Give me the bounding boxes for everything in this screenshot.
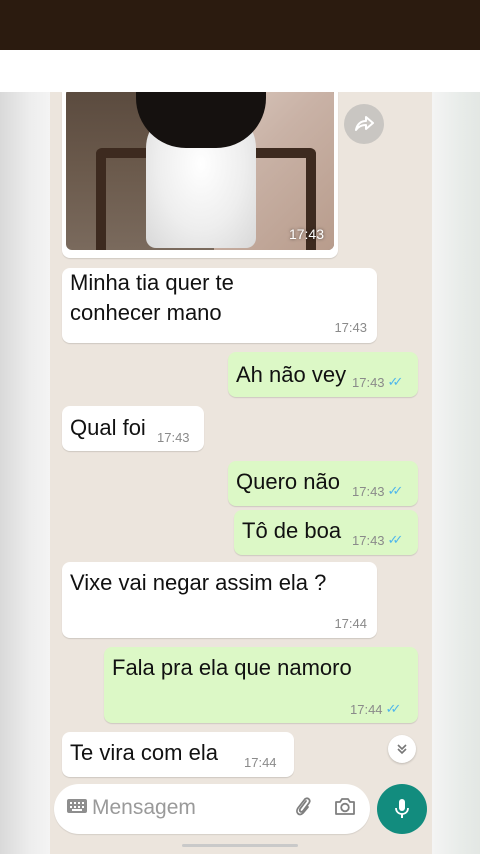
- message-bubble-incoming[interactable]: Vixe vai negar assim ela ? 17:44: [62, 562, 377, 638]
- message-time: 17:43: [352, 374, 385, 390]
- message-time: 17:44: [334, 616, 367, 631]
- message-bubble-incoming[interactable]: Qual foi 17:43: [62, 406, 204, 451]
- message-input[interactable]: Mensagem: [92, 796, 196, 820]
- message-meta: 17:43 ✓✓: [352, 483, 403, 499]
- message-composer[interactable]: Mensagem: [54, 784, 370, 834]
- message-text: Minha tia quer te conhecer mano: [70, 270, 234, 325]
- message-bubble-outgoing[interactable]: Fala pra ela que namoro 17:44 ✓✓: [104, 647, 418, 723]
- status-bar: [0, 0, 480, 50]
- message-bubble-outgoing[interactable]: Ah não vey 17:43 ✓✓: [228, 352, 418, 397]
- home-indicator: [182, 844, 298, 847]
- message-text: Te vira com ela: [70, 740, 218, 765]
- message-time: 17:44: [350, 701, 383, 717]
- paperclip-icon[interactable]: [294, 796, 312, 824]
- shared-photo[interactable]: 17:43: [66, 92, 334, 250]
- message-meta: 17:44: [244, 755, 277, 770]
- message-bubble-incoming[interactable]: Te vira com ela 17:44: [62, 732, 294, 777]
- camera-icon[interactable]: [334, 796, 356, 822]
- message-time: 17:43: [352, 483, 385, 499]
- right-blur-margin: [432, 92, 480, 854]
- read-receipt-icon: ✓✓: [387, 374, 404, 389]
- message-text: Qual foi: [70, 415, 146, 440]
- message-text: Ah não vey: [236, 362, 347, 387]
- read-receipt-icon: ✓✓: [387, 483, 404, 498]
- message-text: Fala pra ela que namoro: [112, 655, 352, 680]
- message-text: Vixe vai negar assim ela ?: [70, 570, 327, 595]
- microphone-icon[interactable]: [377, 784, 427, 834]
- chat-area[interactable]: 17:43 Minha tia quer te conhecer mano 17…: [50, 92, 432, 854]
- message-meta: 17:43 ✓✓: [352, 374, 403, 390]
- message-meta: 17:43 ✓✓: [352, 532, 403, 548]
- message-meta: 17:43: [334, 320, 367, 335]
- keyboard-icon[interactable]: [66, 798, 88, 818]
- top-strip: [0, 50, 480, 93]
- double-chevron-down-icon[interactable]: [388, 735, 416, 763]
- message-bubble-incoming[interactable]: Minha tia quer te conhecer mano 17:43: [62, 268, 377, 343]
- read-receipt-icon: ✓✓: [385, 701, 402, 716]
- message-time: 17:43: [352, 532, 385, 548]
- left-blur-margin: [0, 92, 50, 854]
- message-time: 17:43: [288, 226, 324, 242]
- message-bubble-outgoing[interactable]: Tô de boa 17:43 ✓✓: [234, 510, 418, 555]
- read-receipt-icon: ✓✓: [387, 532, 404, 547]
- message-text: Tô de boa: [242, 518, 342, 543]
- image-message[interactable]: 17:43: [62, 92, 338, 258]
- message-time: 17:43: [334, 320, 367, 335]
- message-meta: 17:44: [334, 616, 367, 631]
- message-meta: 17:43: [157, 430, 190, 445]
- message-meta: 17:44 ✓✓: [350, 701, 401, 717]
- message-text: Quero não: [236, 469, 340, 494]
- message-time: 17:43: [157, 430, 190, 445]
- forward-icon[interactable]: [344, 104, 384, 144]
- message-bubble-outgoing[interactable]: Quero não 17:43 ✓✓: [228, 461, 418, 506]
- message-time: 17:44: [244, 755, 277, 770]
